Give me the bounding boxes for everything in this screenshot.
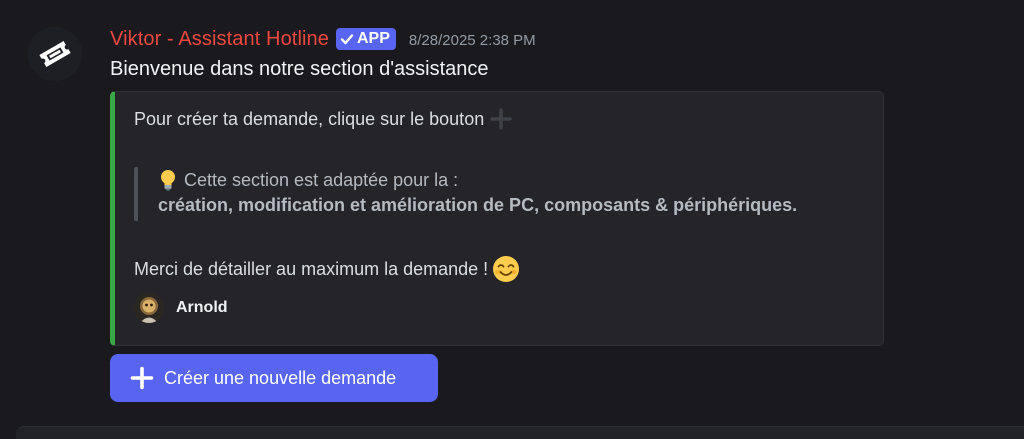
app-badge-label: APP	[357, 30, 390, 47]
username[interactable]: Viktor - Assistant Hotline	[110, 28, 329, 51]
blockquote: Cette section est adaptée pour la : créa…	[134, 167, 797, 221]
timestamp: 8/28/2025 2:38 PM	[408, 31, 536, 49]
message-header: Viktor - Assistant Hotline APP 8/28/2025…	[110, 25, 536, 53]
app-badge: APP	[336, 28, 396, 50]
embed-instruction-text: Pour créer ta demande, clique sur le bou…	[134, 108, 485, 129]
create-request-button-label: Créer une nouvelle demande	[164, 367, 397, 388]
lightbulb-icon	[158, 169, 178, 191]
smiling-face-icon	[492, 255, 520, 283]
ticket-icon	[35, 34, 75, 74]
checkmark-icon	[340, 32, 354, 46]
embed-closing-line: Merci de détailler au maximum la demande…	[134, 255, 520, 283]
chat-message: Viktor - Assistant Hotline APP 8/28/2025…	[0, 0, 1024, 439]
quote-first-line: Cette section est adaptée pour la :	[158, 167, 797, 193]
quote-bold-text: création, modification et amélioration d…	[158, 195, 798, 215]
create-request-button[interactable]: Créer une nouvelle demande	[110, 354, 438, 402]
author-name[interactable]: Arnold	[176, 299, 228, 317]
message-content: Bienvenue dans notre section d'assistanc…	[110, 58, 489, 80]
plus-icon	[490, 108, 512, 130]
embed-card: Pour créer ta demande, clique sur le bou…	[110, 91, 884, 346]
quote-text: Cette section est adaptée pour la :	[184, 169, 459, 190]
plus-icon	[130, 366, 154, 390]
author-avatar[interactable]	[134, 293, 164, 323]
embed-description-line: Pour créer ta demande, clique sur le bou…	[134, 108, 512, 130]
closing-text: Merci de détailler au maximum la demande…	[134, 258, 489, 279]
embed-author: Arnold	[134, 293, 228, 323]
chat-input-bar[interactable]	[16, 426, 1024, 439]
bot-avatar[interactable]	[28, 27, 82, 81]
